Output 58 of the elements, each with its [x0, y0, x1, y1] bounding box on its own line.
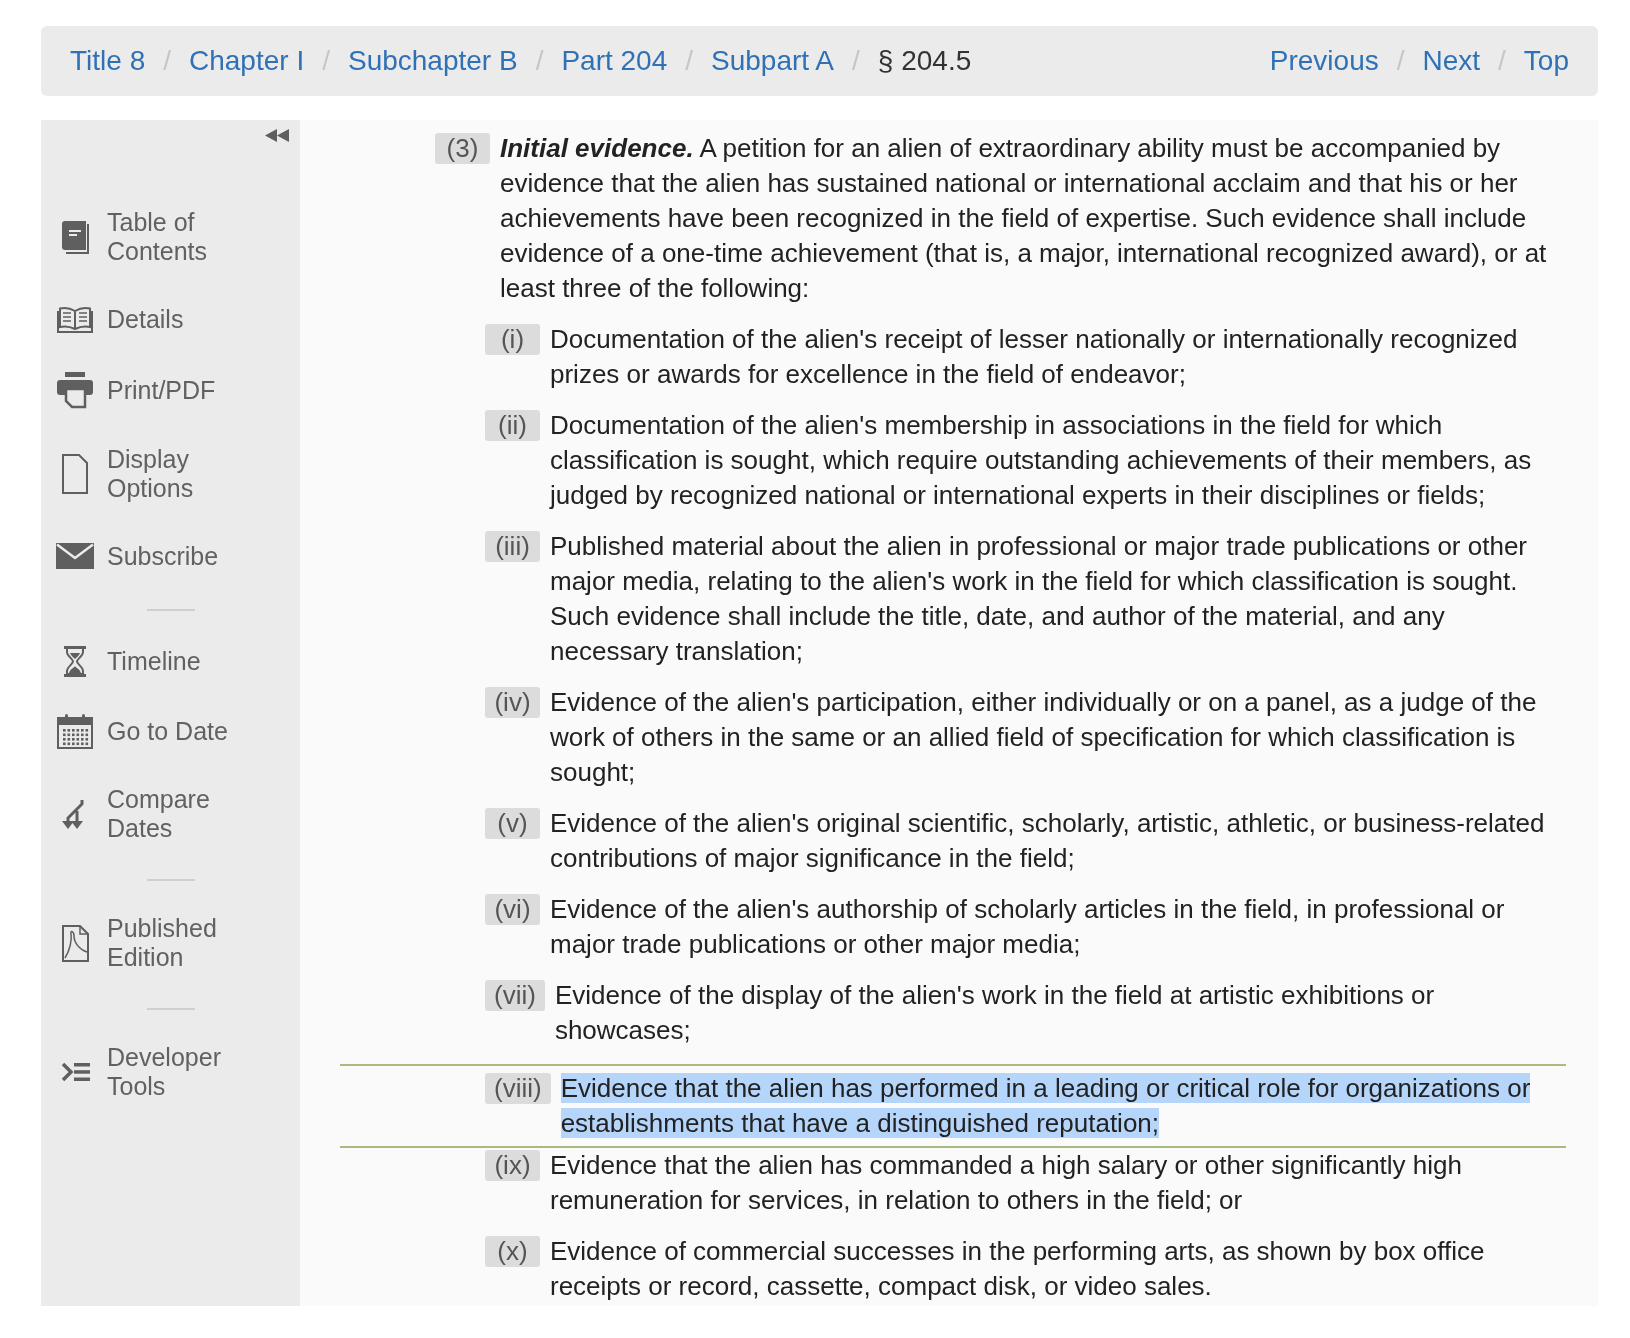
- double-triangle-left-icon[interactable]: [265, 129, 289, 142]
- paragraph-number: (ix): [485, 1150, 540, 1181]
- printer-icon: [57, 372, 93, 409]
- page-icon: [62, 454, 88, 494]
- breadcrumb-link[interactable]: Chapter I: [189, 40, 305, 82]
- sidebar-item[interactable]: Details: [55, 302, 240, 336]
- paragraph-number: (3): [435, 133, 490, 164]
- breadcrumb-separator: /: [852, 44, 860, 78]
- paragraph-number: (x): [485, 1236, 540, 1267]
- paragraph-number: (ii): [485, 410, 540, 441]
- sidebar-item[interactable]: Print/PDF: [55, 372, 240, 409]
- paragraph-text: Evidence that the alien has commanded a high salary or other significantly high remuneration for services, in relation to others in the field; or: [550, 1149, 1463, 1217]
- paragraph-number: (i): [485, 324, 540, 355]
- paragraph-text: Evidence of the alien's participation, either individually or on a panel, as a judge of the work of others in the same or an allied field of specification for which classification is sought;: [550, 686, 1538, 789]
- paragraph-text: Evidence of commercial successes in the performing arts, as shown by box office receipts or record, cassette, compact disk, or video sales.: [550, 1235, 1486, 1303]
- paragraph-text: Documentation of the alien's receipt of lesser nationally or internationally recognized prizes or awards for excellence in the field of endeavor;: [550, 323, 1519, 391]
- breadcrumb-separator: /: [685, 44, 694, 78]
- paragraph-number: (v): [485, 808, 540, 839]
- paragraph-number: (vii): [485, 980, 545, 1011]
- sidebar-item[interactable]: Subscribe: [55, 539, 240, 573]
- calendar-icon: [57, 714, 93, 749]
- sidebar-item[interactable]: Timeline: [55, 644, 240, 678]
- sidebar-item[interactable]: Go to Date: [55, 714, 240, 749]
- paragraph-number: (vi): [485, 894, 540, 925]
- envelope-icon: [56, 543, 94, 569]
- breadcrumb-separator: /: [322, 44, 330, 78]
- breadcrumb-link[interactable]: Part 204: [561, 40, 668, 82]
- open-book-icon: [57, 305, 93, 333]
- paragraph-text: Evidence of the display of the alien's work in the field at artistic exhibitions or showcases;: [554, 979, 1436, 1047]
- current-section: § 204.5: [877, 40, 972, 82]
- sidebar-item[interactable]: Compare Dates: [55, 785, 240, 843]
- pdf-document-icon: [61, 924, 89, 962]
- paragraph-text: Evidence of the alien's authorship of scholarly articles in the field, in professional or major trade publications or other major media;: [550, 893, 1506, 961]
- breadcrumb-link[interactable]: Subpart A: [711, 40, 835, 82]
- book-icon: [61, 220, 89, 254]
- sidebar-item[interactable]: Display Options: [55, 445, 240, 503]
- nav-link[interactable]: Top: [1523, 40, 1569, 82]
- paragraph-number: (iv): [485, 687, 540, 718]
- sidebar-item[interactable]: Developer Tools: [55, 1043, 240, 1101]
- hourglass-icon: [64, 645, 86, 677]
- nav-link[interactable]: Next: [1422, 40, 1481, 82]
- sidebar-item[interactable]: Published Edition: [55, 914, 240, 972]
- sidebar-item[interactable]: Table of Contents: [55, 208, 240, 266]
- paragraph-text: Evidence of the alien's original scientific, scholarly, artistic, athletic, or business-related contributions of major significance in the field;: [550, 807, 1546, 875]
- paragraph-number: (iii): [485, 531, 540, 562]
- breadcrumb-separator: /: [163, 44, 171, 78]
- paragraph-text: Published material about the alien in professional or major trade publications or other major media, relating to the alien's work in the field for which classification is sought. Such evidence shall include the title, date, and author of the material, and any necessary translation;: [550, 530, 1528, 668]
- breadcrumb-separator: /: [1498, 44, 1506, 78]
- breadcrumb-link[interactable]: Subchapter B: [347, 40, 518, 82]
- breadcrumb-separator: /: [1396, 44, 1405, 78]
- paragraph-text: Documentation of the alien's membership in associations in the field for which classification is sought, which require outstanding achievements of their members, as judged by recognized national or international experts in their disciplines or fields;: [550, 409, 1533, 512]
- paragraph-number: (viii): [485, 1073, 551, 1104]
- paragraph-text: Initial evidence. A petition for an alien of extraordinary ability must be accompanied by evidence that the alien has sustained national or international acclaim and that his or her achievements have been recognized in the field of expertise. Such evidence shall include evidence of a one-time achievement (that is, a major, international recognized award), or at least three of the following:: [500, 132, 1548, 305]
- paragraph-text: Evidence that the alien has performed in a leading or critical role for organizations or establishments that have a distinguished reputation;: [560, 1072, 1532, 1140]
- nav-link[interactable]: Previous: [1269, 40, 1379, 82]
- terminal-list-icon: [60, 1060, 90, 1084]
- breadcrumb-link[interactable]: Title 8: [70, 40, 146, 82]
- breadcrumb-separator: /: [535, 44, 544, 78]
